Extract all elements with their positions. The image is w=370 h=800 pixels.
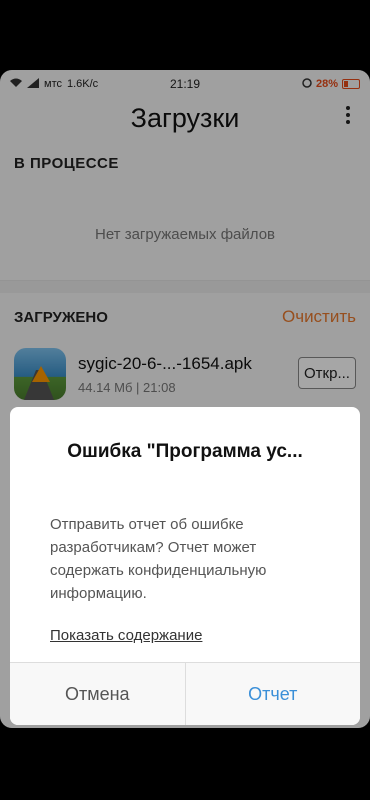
cancel-button[interactable]: Отмена (10, 663, 186, 725)
dialog-buttons: Отмена Отчет (10, 662, 360, 725)
downloads-screen: мтс 1.6K/c 21:19 28% Загрузки В ПРОЦЕССЕ… (0, 70, 370, 728)
error-dialog: Ошибка "Программа ус... Отправить отчет … (10, 407, 360, 725)
dialog-message: Отправить отчет об ошибке разработчикам?… (50, 516, 267, 602)
show-details-link[interactable]: Показать содержание (10, 605, 360, 644)
dialog-title: Ошибка "Программа ус... (67, 441, 303, 462)
report-button[interactable]: Отчет (186, 663, 361, 725)
